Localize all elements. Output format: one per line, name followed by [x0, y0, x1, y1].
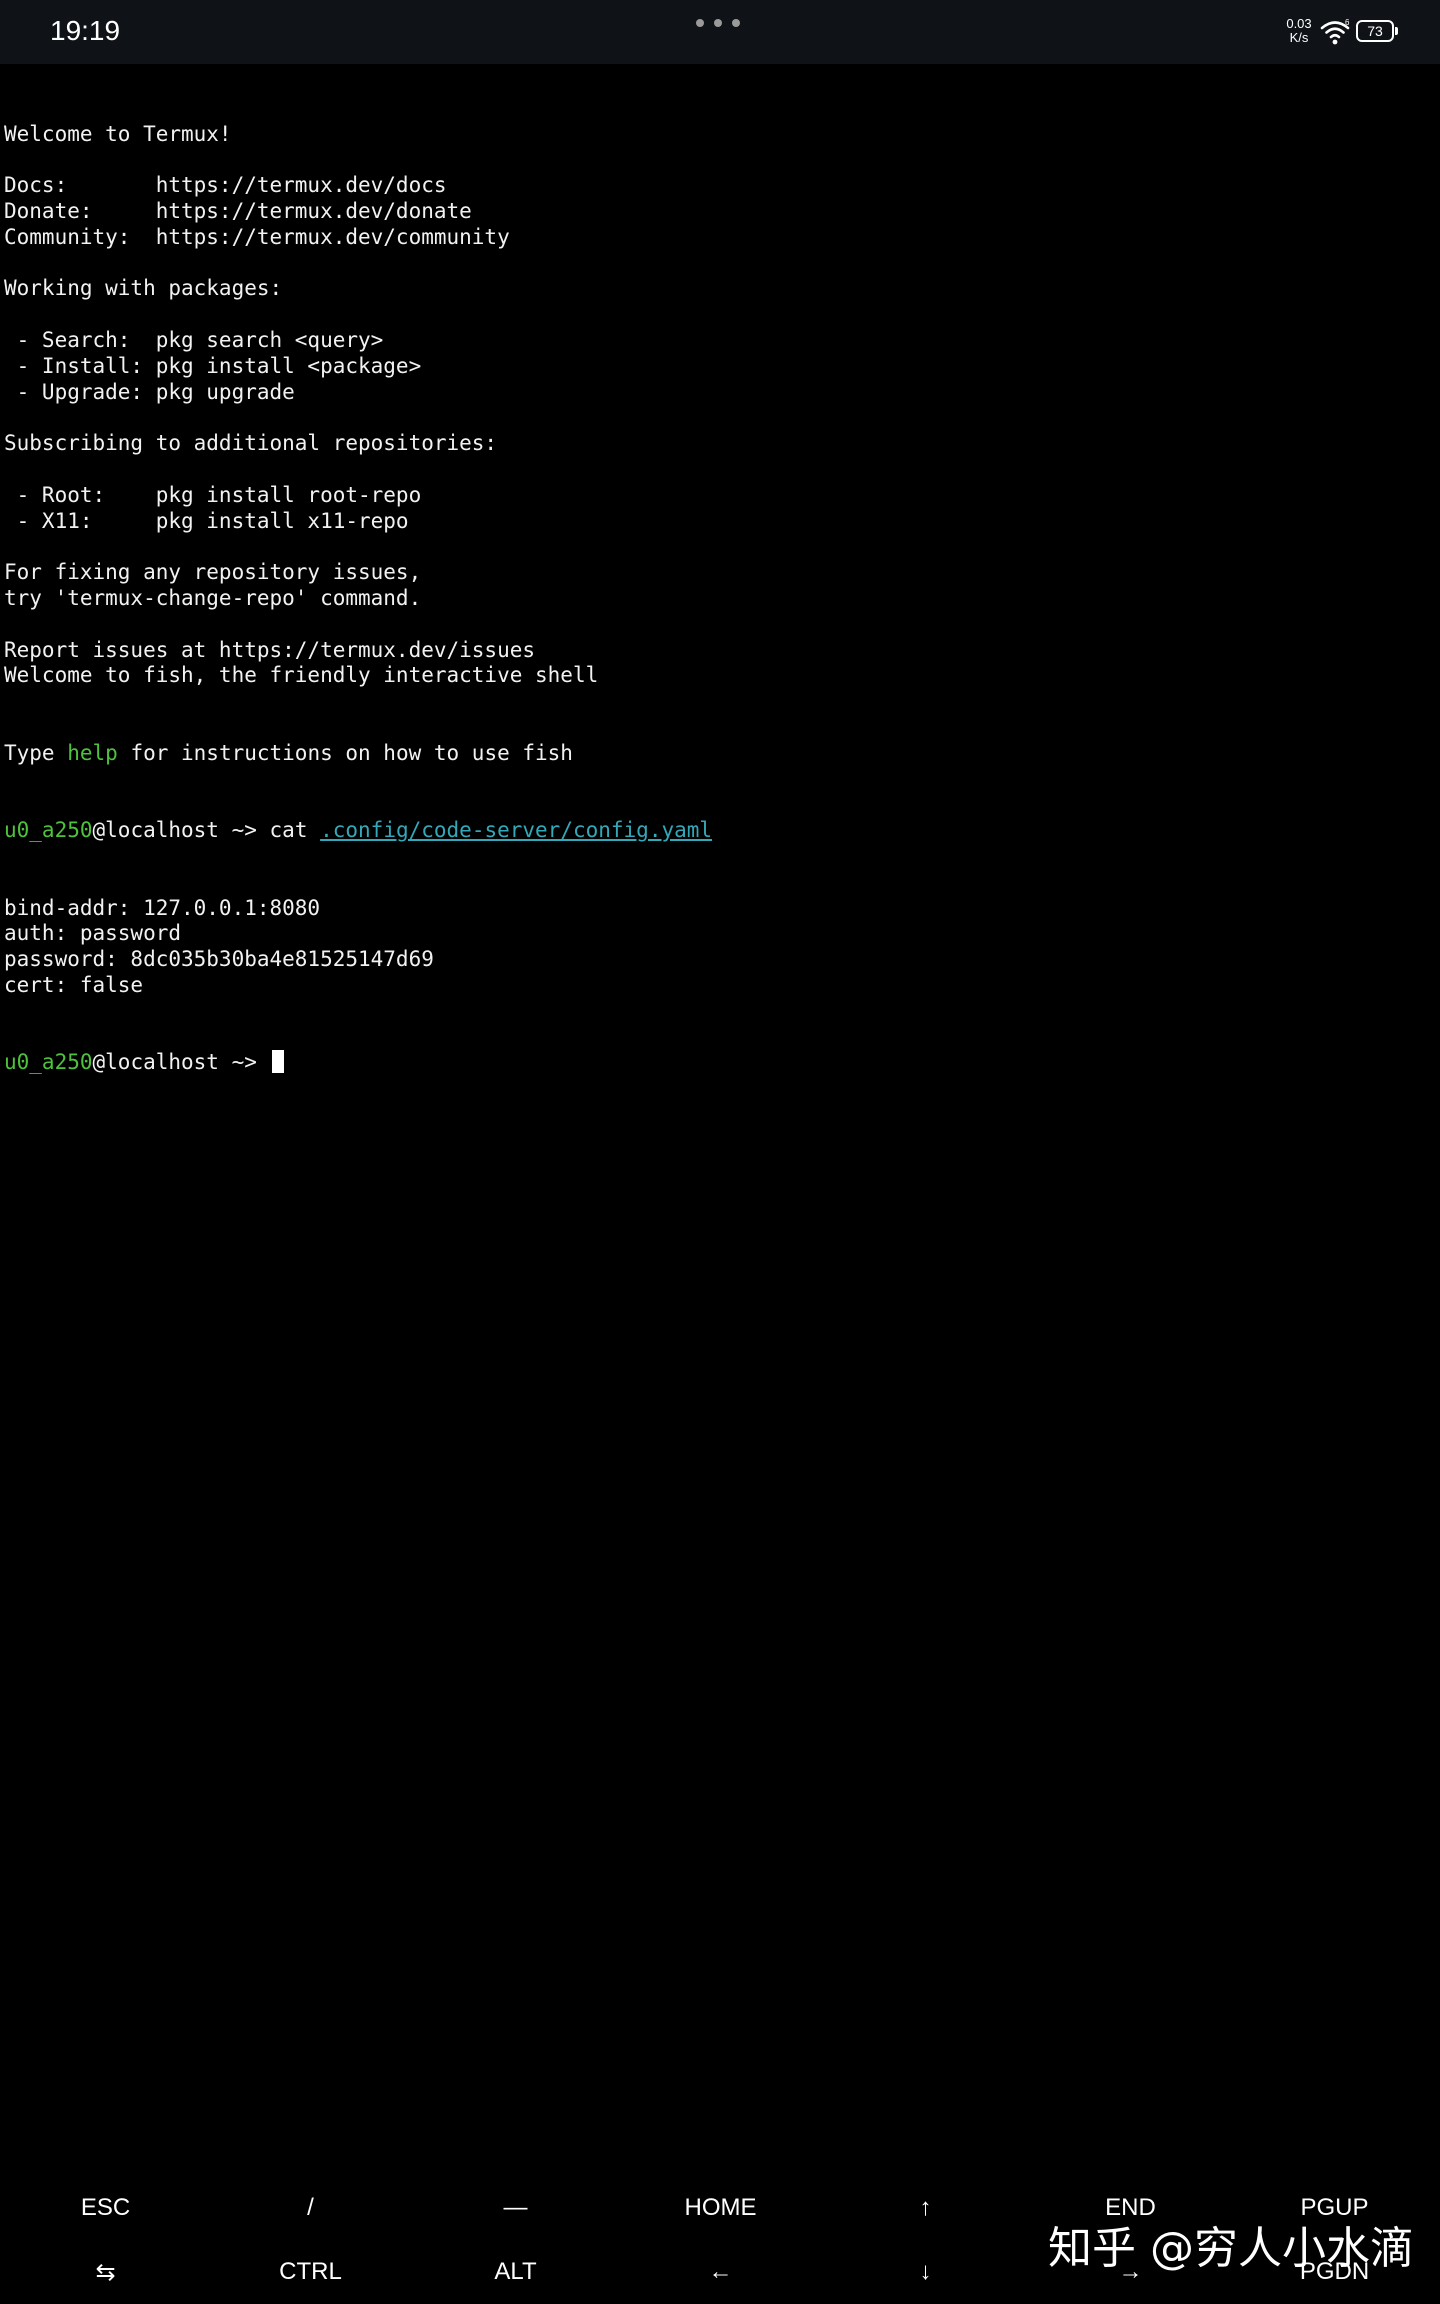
terminal-line: Welcome to Termux!	[4, 121, 232, 146]
command-text: cat	[269, 818, 321, 843]
command-output: bind-addr: 127.0.0.1:8080 auth: password p…	[4, 896, 1434, 999]
output-line: auth: password	[4, 921, 182, 946]
help-hint-before: Type	[4, 740, 68, 765]
terminal-line: - Upgrade: pkg upgrade	[4, 379, 295, 404]
tab-key[interactable]: ⇆	[3, 2240, 208, 2304]
terminal-line: Subscribing to additional repositories:	[4, 431, 498, 456]
help-hint-after: for instructions on how to use fish	[117, 740, 573, 765]
network-speed-unit: K/s	[1289, 30, 1309, 45]
battery-icon: 73	[1356, 20, 1398, 42]
prompt-host: @localhost ~>	[92, 818, 270, 843]
more-dots-icon[interactable]	[694, 19, 744, 29]
help-hint-line: Type help for instructions on how to use…	[4, 741, 1434, 767]
terminal-line: Welcome to fish, the friendly interactiv…	[4, 663, 599, 688]
welcome-message: Welcome to Termux! Docs: https://termux.d…	[4, 122, 1434, 690]
terminal-line: For fixing any repository issues,	[4, 560, 422, 585]
terminal-line: try 'termux-change-repo' command.	[4, 585, 422, 610]
slash-key[interactable]: /	[208, 2176, 413, 2240]
esc-key[interactable]: ESC	[3, 2176, 208, 2240]
network-speed: 0.03 K/s	[1280, 17, 1318, 45]
status-bar: 19:19 0.03 K/s 6 73	[0, 0, 1440, 64]
prompt-user: u0_a250	[4, 818, 93, 843]
home-key[interactable]: HOME	[618, 2176, 823, 2240]
prompt-host: @localhost ~>	[92, 1050, 270, 1075]
zhihu-watermark: 知乎 @穷人小水滴	[1048, 2223, 1414, 2274]
help-keyword: help	[67, 740, 118, 765]
terminal-output[interactable]: Welcome to Termux! Docs: https://termux.d…	[4, 70, 1434, 1102]
alt-key[interactable]: ALT	[413, 2240, 618, 2304]
terminal-line: Docs: https://termux.dev/docs	[4, 173, 447, 198]
dash-key[interactable]: —	[413, 2176, 618, 2240]
left-arrow-key[interactable]: ←	[618, 2240, 823, 2304]
output-line: bind-addr: 127.0.0.1:8080	[4, 895, 321, 920]
terminal-line: Working with packages:	[4, 276, 283, 301]
network-speed-value: 0.03	[1286, 16, 1312, 31]
status-time: 19:19	[50, 15, 121, 46]
terminal-line: - Root: pkg install root-repo	[4, 482, 422, 507]
output-line: cert: false	[4, 972, 144, 997]
terminal-line: - X11: pkg install x11-repo	[4, 508, 409, 533]
text-cursor	[271, 1050, 284, 1074]
command-line: u0_a250@localhost ~> cat .config/code-se…	[4, 818, 1434, 844]
up-arrow-key[interactable]: ↑	[823, 2176, 1028, 2240]
down-arrow-key[interactable]: ↓	[823, 2240, 1028, 2304]
terminal-line: Report issues at https://termux.dev/issu…	[4, 637, 536, 662]
terminal-line: Community: https://termux.dev/community	[4, 224, 510, 249]
wifi-icon: 6	[1319, 18, 1351, 46]
output-line: password: 8dc035b30ba4e81525147d69	[4, 947, 434, 972]
command-path: .config/code-server/config.yaml	[320, 818, 713, 843]
terminal-line: Donate: https://termux.dev/donate	[4, 198, 472, 223]
ctrl-key[interactable]: CTRL	[208, 2240, 413, 2304]
wifi-band-label: 6	[1345, 18, 1350, 27]
prompt-user: u0_a250	[4, 1050, 93, 1075]
active-prompt[interactable]: u0_a250@localhost ~>	[4, 1050, 1434, 1076]
terminal-line: - Install: pkg install <package>	[4, 353, 422, 378]
terminal-line: - Search: pkg search <query>	[4, 327, 384, 352]
